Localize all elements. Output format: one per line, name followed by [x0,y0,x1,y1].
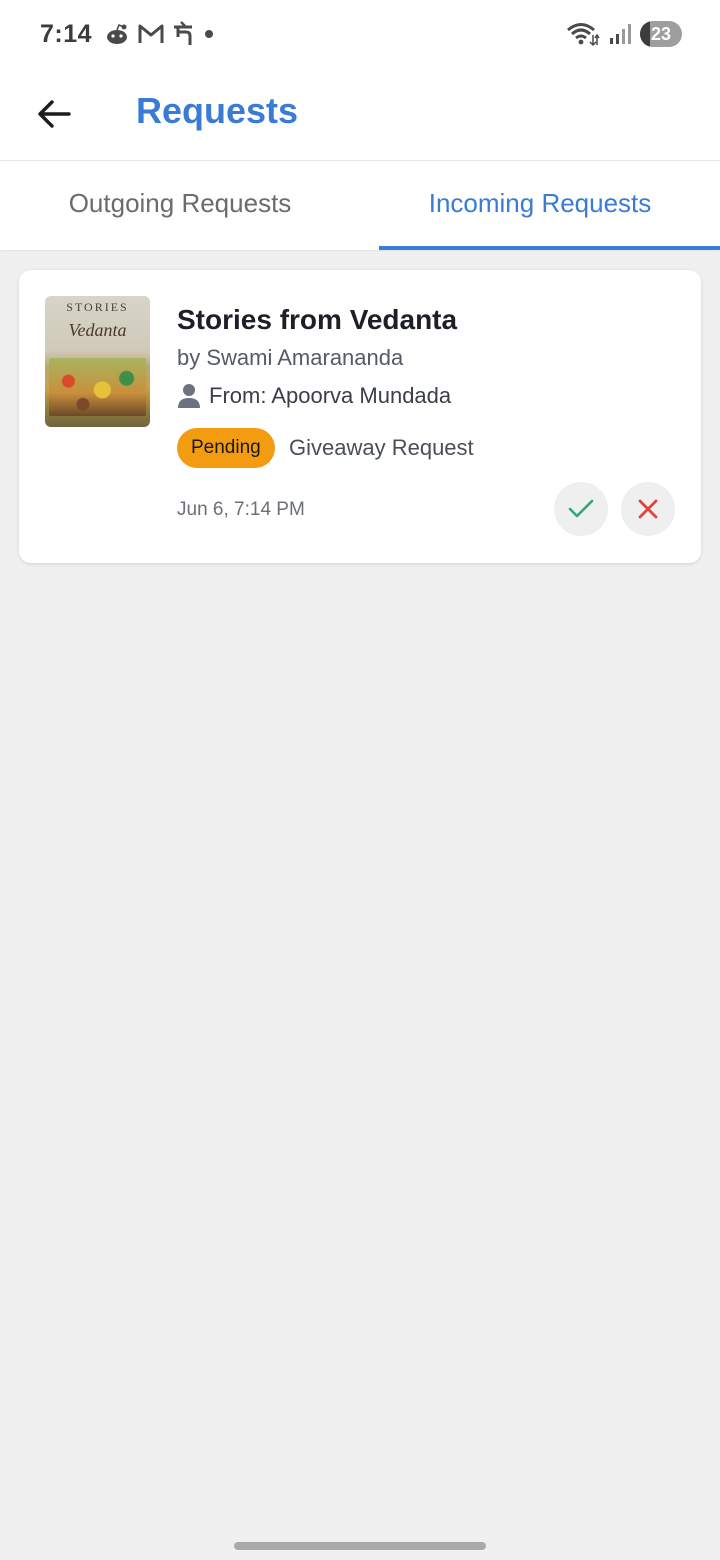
signal-icon [610,24,631,44]
book-cover-image: STORIES Vedanta [45,296,150,427]
request-timestamp: Jun 6, 7:14 PM [177,499,305,520]
close-icon [638,499,658,519]
reddit-icon [107,23,128,44]
requester-row: From: Apoorva Mundada [177,383,451,409]
arrow-left-icon [38,100,71,128]
page-title: Requests [136,90,299,131]
status-badge: Pending [177,428,275,468]
app-bar: Requests [0,68,720,160]
request-type: Giveaway Request [289,435,474,460]
status-bar: 7:14 23 [0,0,720,68]
tab-bar: Outgoing Requests Incoming Requests [0,160,720,250]
cover-artwork [49,358,146,416]
tab-incoming-requests[interactable]: Incoming Requests [360,161,720,250]
requester-name: From: Apoorva Mundada [209,383,452,408]
reject-button[interactable] [621,482,675,536]
gmail-icon [138,24,164,43]
status-left: 7:14 [40,20,216,49]
notification-icons [104,21,216,47]
home-indicator[interactable] [234,1542,486,1550]
person-icon [178,384,200,408]
cover-title-line1: STORIES [66,300,129,314]
back-button[interactable] [26,86,82,142]
phonepe-icon [174,21,193,45]
book-title: Stories from Vedanta [177,304,458,335]
battery-level: 23 [650,23,672,44]
accept-button[interactable] [554,482,608,536]
book-author: by Swami Amarananda [177,345,404,370]
tab-outgoing-requests[interactable]: Outgoing Requests [0,161,360,250]
cover-title-line3: Vedanta [68,320,127,340]
dot-icon [205,30,214,38]
request-card[interactable]: STORIES Vedanta Stories from Vedanta by … [19,270,701,563]
status-right: 23 [566,21,682,47]
status-time: 7:14 [40,19,93,48]
check-icon [568,499,594,518]
wifi-icon [567,23,600,47]
battery-icon: 23 [640,21,682,47]
